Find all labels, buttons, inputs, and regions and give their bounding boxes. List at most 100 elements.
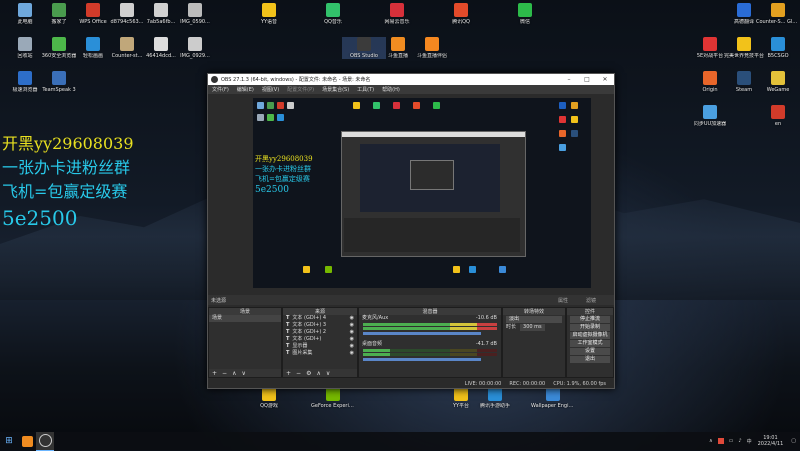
obs-window[interactable]: OBS 27.1.3 (64-bit, windows) - 配置文件: 未命名… bbox=[207, 73, 615, 389]
desktop-icon-label: WeGame bbox=[766, 87, 790, 93]
source-item-label: 显示器 bbox=[292, 343, 308, 349]
exit-button[interactable]: 退出 bbox=[570, 356, 610, 363]
gear-icon[interactable]: ⚙ bbox=[306, 370, 311, 377]
up-icon[interactable]: ∧ bbox=[316, 370, 320, 377]
app-icon bbox=[86, 3, 100, 17]
stop-streaming-button[interactable]: 停止推流 bbox=[570, 316, 610, 323]
desktop-icon[interactable]: 斗鱼直播伴侣 bbox=[410, 37, 454, 59]
ime-language[interactable]: 中 bbox=[747, 438, 752, 445]
menu-help[interactable]: 帮助(H) bbox=[378, 86, 404, 93]
app-icon bbox=[154, 37, 168, 51]
desktop-icon[interactable]: YY语音 bbox=[247, 3, 291, 25]
tray-arrow-icon[interactable]: ∧ bbox=[709, 438, 713, 444]
promo-line-4: 5e2500 bbox=[2, 206, 78, 230]
duration-input[interactable]: 300 ms bbox=[520, 324, 545, 331]
app-icon bbox=[771, 105, 785, 119]
scene-item[interactable]: 场景 bbox=[209, 315, 281, 322]
menu-file[interactable]: 文件(F) bbox=[208, 86, 233, 93]
desktop-channel-name: 桌面音频 bbox=[362, 341, 383, 347]
maximize-icon[interactable]: □ bbox=[578, 76, 596, 83]
network-icon[interactable]: ▭ bbox=[729, 438, 734, 444]
desktop-icon[interactable]: 同步UU加速器 bbox=[688, 105, 732, 127]
mic-volume-slider[interactable] bbox=[363, 332, 481, 335]
app-icon bbox=[357, 37, 371, 51]
desktop-icon[interactable]: WeGame bbox=[756, 71, 800, 93]
start-button[interactable]: ⊞ bbox=[0, 432, 18, 450]
properties-button[interactable]: 属性 bbox=[558, 297, 568, 304]
visibility-icon[interactable]: ◉ bbox=[350, 343, 354, 350]
scenes-dock-footer: + − ∧ ∨ bbox=[209, 369, 281, 377]
filters-button[interactable]: 滤镜 bbox=[586, 297, 596, 304]
menu-view[interactable]: 视图(V) bbox=[258, 86, 283, 93]
down-icon[interactable]: ∨ bbox=[241, 370, 245, 377]
controls-dock: 控件 停止推流 开始录制 启动虚拟摄像机 工作室模式 设置 退出 bbox=[566, 307, 614, 378]
desktop-icon[interactable]: Wallpaper Engine: ... bbox=[531, 387, 575, 409]
desktop-volume-slider[interactable] bbox=[363, 358, 481, 361]
desktop-icon-label: 同步UU加速器 bbox=[693, 121, 727, 127]
source-item[interactable]: T 文本 (GDI+) ◉ bbox=[283, 336, 357, 343]
desktop-icon[interactable]: TeamSpeak 3 bbox=[37, 71, 81, 93]
studio-mode-button[interactable]: 工作室模式 bbox=[570, 340, 610, 347]
visibility-icon[interactable]: ◉ bbox=[350, 336, 354, 343]
tray-app-icon[interactable] bbox=[717, 438, 724, 444]
volume-icon[interactable]: ♪ bbox=[738, 438, 741, 444]
remove-icon[interactable]: − bbox=[222, 370, 227, 377]
source-item[interactable]: T 文本 (GDI+) 2 ◉ bbox=[283, 329, 357, 336]
desktop-icon[interactable]: 微信 bbox=[503, 3, 547, 25]
source-item[interactable]: T 显示器 ◉ bbox=[283, 343, 357, 350]
transitions-dock: 转场特效 淡出 时长 300 ms bbox=[502, 307, 566, 378]
douyu-taskbar-icon[interactable] bbox=[18, 432, 36, 450]
add-icon[interactable]: + bbox=[212, 370, 217, 377]
source-item[interactable]: T 图片采集 ◉ bbox=[283, 350, 357, 357]
desktop-icon[interactable]: 腾讯QQ bbox=[439, 3, 483, 25]
app-icon bbox=[737, 37, 751, 51]
source-item[interactable]: T 文本 (GDI+) 4 ◉ bbox=[283, 315, 357, 322]
desktop-icon[interactable]: 腾讯手游助手 bbox=[473, 387, 517, 409]
close-icon[interactable]: ✕ bbox=[596, 76, 614, 83]
minimize-icon[interactable]: – bbox=[560, 76, 578, 83]
menu-edit[interactable]: 编辑(E) bbox=[233, 86, 258, 93]
desktop-icon[interactable]: QQ音乐 bbox=[311, 3, 355, 25]
text-source-icon: T bbox=[286, 315, 290, 321]
source-item-label: 文本 (GDI+) 4 bbox=[292, 315, 327, 321]
remove-icon[interactable]: − bbox=[296, 370, 301, 377]
menu-scene-collection[interactable]: 场景集合(S) bbox=[318, 86, 353, 93]
desktop-icon[interactable]: en bbox=[756, 105, 800, 127]
obs-taskbar-icon[interactable] bbox=[36, 431, 54, 451]
visibility-icon[interactable]: ◉ bbox=[350, 315, 354, 322]
obs-preview[interactable]: 开黑yy29608039 一张办卡进粉丝群 飞机=包赢定级赛 5e2500 bbox=[253, 98, 591, 288]
clock[interactable]: 19:01 2022/4/11 bbox=[758, 435, 784, 447]
preview-promo-3: 飞机=包赢定级赛 bbox=[255, 175, 310, 183]
transitions-dock-title: 转场特效 bbox=[503, 308, 565, 315]
up-icon[interactable]: ∧ bbox=[232, 370, 236, 377]
settings-button[interactable]: 设置 bbox=[570, 348, 610, 355]
desktop-icon-label: Counter-S... Global Off... bbox=[756, 19, 800, 25]
desktop-icon[interactable]: IMG_0590... bbox=[173, 3, 217, 25]
desktop-icon[interactable]: QQ游戏 bbox=[247, 387, 291, 409]
desktop-icon[interactable]: Counter-S... Global Off... bbox=[756, 3, 800, 25]
visibility-icon[interactable]: ◉ bbox=[350, 329, 354, 336]
virtual-camera-button[interactable]: 启动虚拟摄像机 bbox=[570, 332, 610, 339]
visibility-icon[interactable]: ◉ bbox=[350, 322, 354, 329]
notification-icon[interactable]: ▢ bbox=[791, 438, 796, 444]
text-source-icon: T bbox=[286, 336, 290, 342]
app-icon bbox=[518, 3, 532, 17]
desktop-icon[interactable]: B5CSGO bbox=[756, 37, 800, 59]
obs-titlebar[interactable]: OBS 27.1.3 (64-bit, windows) - 配置文件: 未命名… bbox=[208, 74, 614, 85]
visibility-icon[interactable]: ◉ bbox=[350, 350, 354, 357]
desktop-icon-label: QQ音乐 bbox=[324, 19, 342, 25]
desktop-icon[interactable]: 网易云音乐 bbox=[375, 3, 419, 25]
desktop-channel-db: -41.7 dB bbox=[475, 341, 497, 347]
transition-type-select[interactable]: 淡出 bbox=[506, 316, 562, 323]
desktop-icon[interactable]: IMG_0929... bbox=[173, 37, 217, 59]
desktop-icon[interactable]: GeForce Experience bbox=[311, 387, 355, 409]
text-source-icon: T bbox=[286, 343, 290, 349]
menu-profile[interactable]: 配置文件(P) bbox=[283, 86, 318, 93]
start-recording-button[interactable]: 开始录制 bbox=[570, 324, 610, 331]
add-icon[interactable]: + bbox=[286, 370, 291, 377]
menu-tools[interactable]: 工具(T) bbox=[353, 86, 378, 93]
down-icon[interactable]: ∨ bbox=[326, 370, 330, 377]
clock-date: 2022/4/11 bbox=[757, 441, 784, 447]
source-item[interactable]: T 文本 (GDI+) 3 ◉ bbox=[283, 322, 357, 329]
app-icon bbox=[52, 71, 66, 85]
